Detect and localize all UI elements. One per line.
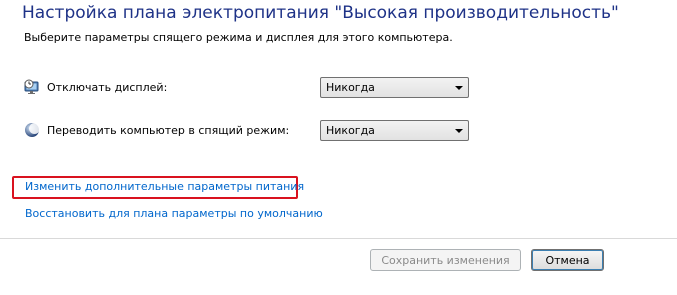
display-timer-icon bbox=[24, 79, 40, 95]
advanced-settings-link[interactable]: Изменить дополнительные параметры питани… bbox=[25, 180, 304, 193]
moon-sleep-icon bbox=[24, 122, 40, 138]
cancel-button[interactable]: Отмена bbox=[531, 249, 604, 271]
footer-divider bbox=[0, 238, 677, 239]
chevron-down-icon bbox=[455, 85, 463, 90]
save-changes-button[interactable]: Сохранить изменения bbox=[370, 249, 521, 271]
display-off-value: Никогда bbox=[326, 80, 375, 94]
display-off-label: Отключать дисплей: bbox=[47, 80, 168, 94]
sleep-select[interactable]: Никогда bbox=[320, 119, 469, 141]
page-subtitle: Выберите параметры спящего режима и дисп… bbox=[24, 31, 453, 44]
page-title: Настройка плана электропитания "Высокая … bbox=[22, 3, 619, 23]
display-off-select[interactable]: Никогда bbox=[320, 76, 469, 98]
restore-defaults-link[interactable]: Восстановить для плана параметры по умол… bbox=[25, 207, 323, 220]
chevron-down-icon bbox=[455, 128, 463, 133]
sleep-label: Переводить компьютер в спящий режим: bbox=[47, 123, 290, 137]
sleep-value: Никогда bbox=[326, 123, 375, 137]
